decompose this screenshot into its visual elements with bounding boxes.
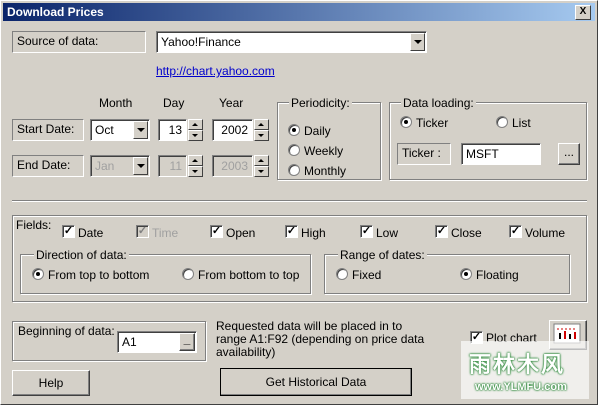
date-field-label[interactable]: Date — [78, 226, 103, 240]
help-button[interactable]: Help — [12, 370, 90, 396]
top-to-bottom-radio[interactable] — [32, 268, 44, 280]
time-checkbox[interactable]: ✓ — [136, 225, 149, 238]
spin-down-icon[interactable] — [188, 130, 203, 141]
start-date-label: Start Date: — [17, 122, 75, 136]
close-field-label[interactable]: Close — [451, 226, 482, 240]
low-checkbox[interactable]: ✓ — [360, 225, 373, 238]
source-label: Source of data: — [17, 34, 99, 48]
watermark-logo: 雨林木风 www.YLMFU.com — [461, 341, 589, 399]
start-month-value: Oct — [95, 123, 114, 137]
end-year-stepper[interactable] — [254, 155, 269, 177]
date-checkbox[interactable]: ✓ — [62, 225, 75, 238]
end-month-value: Jan — [95, 159, 115, 173]
close-button[interactable]: X — [575, 5, 591, 20]
chevron-down-icon[interactable] — [133, 121, 148, 139]
end-date-label: End Date: — [17, 158, 71, 172]
fixed-radio[interactable] — [336, 268, 348, 280]
info-text: Requested data will be placed in to rang… — [216, 319, 425, 359]
volume-field-label[interactable]: Volume — [525, 226, 565, 240]
monthly-label[interactable]: Monthly — [304, 164, 346, 178]
direction-label: Direction of data: — [34, 248, 129, 262]
day-header: Day — [163, 96, 185, 110]
source-select[interactable]: Yahoo!Finance — [156, 31, 427, 53]
month-header: Month — [99, 96, 133, 110]
monthly-radio[interactable] — [288, 164, 300, 176]
get-historical-data-button[interactable]: Get Historical Data — [220, 368, 412, 396]
high-field-label[interactable]: High — [301, 226, 326, 240]
year-header: Year — [219, 96, 244, 110]
weekly-label[interactable]: Weekly — [304, 144, 343, 158]
close-checkbox[interactable]: ✓ — [435, 225, 448, 238]
data-loading-group — [389, 102, 587, 180]
end-day-input[interactable]: 11 — [158, 155, 187, 177]
list-radio[interactable] — [496, 116, 508, 128]
end-year-value: 2003 — [221, 159, 248, 173]
list-option-label[interactable]: List — [512, 116, 531, 130]
spin-down-icon[interactable] — [188, 166, 203, 177]
high-checkbox[interactable]: ✓ — [285, 225, 298, 238]
end-month-select[interactable]: Jan — [90, 155, 150, 177]
bottom-to-top-radio[interactable] — [182, 268, 194, 280]
watermark-chinese: 雨林木风 — [469, 352, 566, 377]
ticker-label: Ticker : — [402, 146, 441, 160]
top-to-bottom-label[interactable]: From top to bottom — [48, 268, 149, 282]
chevron-down-icon[interactable] — [133, 157, 148, 175]
download-prices-dialog: Download Prices X Source of data: Yahoo!… — [0, 0, 598, 405]
divider — [12, 200, 587, 202]
range-label: Range of dates: — [338, 248, 427, 262]
daily-radio[interactable] — [288, 124, 300, 136]
title-bar: Download Prices X — [3, 3, 595, 21]
ticker-input[interactable]: MSFT — [461, 143, 541, 165]
floating-radio[interactable] — [460, 268, 472, 280]
start-month-select[interactable]: Oct — [90, 119, 150, 141]
watermark-url: www.YLMFU.com — [475, 381, 567, 393]
end-year-input[interactable]: 2003 — [212, 155, 253, 177]
fixed-label[interactable]: Fixed — [352, 268, 381, 282]
start-year-stepper[interactable] — [254, 119, 269, 141]
end-day-value: 11 — [169, 159, 182, 173]
ticker-label-box: Ticker : — [397, 143, 451, 165]
open-checkbox[interactable]: ✓ — [210, 225, 223, 238]
beginning-value: A1 — [122, 335, 137, 349]
weekly-radio[interactable] — [288, 144, 300, 156]
range-picker-button[interactable]: _ — [179, 333, 195, 351]
source-label-box: Source of data: — [12, 31, 146, 53]
source-value: Yahoo!Finance — [161, 35, 241, 49]
end-day-stepper[interactable] — [188, 155, 203, 177]
daily-label[interactable]: Daily — [304, 124, 331, 138]
spin-down-icon[interactable] — [254, 166, 269, 177]
bottom-to-top-label[interactable]: From bottom to top — [198, 268, 299, 282]
source-link[interactable]: http://chart.yahoo.com — [156, 64, 275, 78]
dialog-title: Download Prices — [7, 5, 104, 19]
end-date-label-box: End Date: — [12, 155, 84, 177]
start-year-input[interactable]: 2002 — [212, 119, 253, 141]
beginning-label: Beginning of data: — [18, 324, 115, 338]
start-day-input[interactable]: 13 — [158, 119, 187, 141]
floating-label[interactable]: Floating — [476, 268, 519, 282]
ticker-option-label[interactable]: Ticker — [416, 116, 448, 130]
time-field-label[interactable]: Time — [152, 226, 178, 240]
spin-up-icon[interactable] — [188, 155, 203, 166]
spin-up-icon[interactable] — [188, 119, 203, 130]
start-date-label-box: Start Date: — [12, 119, 84, 141]
beginning-input[interactable]: A1 _ — [117, 331, 197, 353]
spin-up-icon[interactable] — [254, 155, 269, 166]
volume-checkbox[interactable]: ✓ — [509, 225, 522, 238]
periodicity-label: Periodicity: — [289, 96, 352, 110]
ticker-radio[interactable] — [400, 116, 412, 128]
low-field-label[interactable]: Low — [376, 226, 398, 240]
ticker-value: MSFT — [466, 147, 499, 161]
spin-down-icon[interactable] — [254, 130, 269, 141]
browse-button[interactable]: ... — [558, 143, 580, 165]
data-loading-label: Data loading: — [401, 96, 476, 110]
fields-label: Fields: — [14, 218, 54, 232]
start-day-stepper[interactable] — [188, 119, 203, 141]
start-year-value: 2002 — [221, 123, 248, 137]
open-field-label[interactable]: Open — [226, 226, 255, 240]
start-day-value: 13 — [168, 123, 182, 137]
chevron-down-icon[interactable] — [410, 33, 425, 51]
spin-up-icon[interactable] — [254, 119, 269, 130]
